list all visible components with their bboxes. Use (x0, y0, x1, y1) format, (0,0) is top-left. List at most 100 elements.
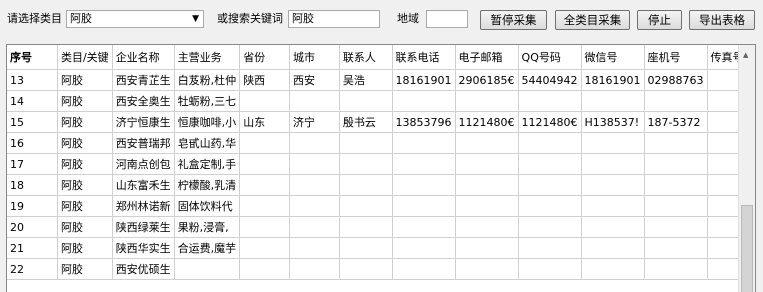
table-cell (581, 258, 645, 280)
keyword-label: 或搜索关键词 (217, 12, 283, 25)
col-header-index[interactable]: 序号 (7, 45, 58, 70)
table-cell (644, 258, 708, 280)
export-button[interactable]: 导出表格 (689, 10, 755, 30)
table-cell (339, 90, 393, 112)
table-cell: 1121480€ (518, 111, 582, 133)
table-cell (455, 216, 519, 238)
table-cell (289, 258, 340, 280)
table-cell (289, 132, 340, 154)
col-header-company[interactable]: 企业名称 (112, 45, 175, 70)
col-header-wechat[interactable]: 微信号 (581, 45, 645, 70)
table-cell (339, 195, 393, 217)
table-cell (339, 174, 393, 196)
table-cell: 陕西绿莱生 (112, 216, 175, 238)
table-cell: 阿胶 (57, 69, 113, 91)
table-cell: 河南点创包 (112, 153, 175, 175)
stop-button[interactable]: 停止 (637, 10, 682, 30)
table-cell: 西安 (289, 69, 340, 91)
table-row[interactable]: 14 阿胶 西安全奥生 牡蛎粉,三七 (7, 90, 755, 112)
scroll-up-arrow-icon[interactable]: ▲ (743, 51, 748, 59)
table-cell (518, 195, 582, 217)
table-cell: 济宁 (289, 111, 340, 133)
col-header-city[interactable]: 城市 (289, 45, 340, 70)
results-grid: 序号 类目/关键 企业名称 主营业务 省份 城市 联系人 联系电话 电子邮箱 Q… (6, 44, 756, 292)
scrollbar-thumb[interactable] (741, 205, 753, 292)
table-cell (644, 90, 708, 112)
table-cell: 54404942 (518, 69, 582, 91)
table-cell (289, 174, 340, 196)
table-cell (339, 132, 393, 154)
table-cell: 17 (7, 153, 58, 175)
table-cell: 18 (7, 174, 58, 196)
table-cell (518, 153, 582, 175)
col-header-landline[interactable]: 座机号 (644, 45, 708, 70)
table-cell: 陕西 (239, 69, 291, 91)
table-cell: 牡蛎粉,三七 (174, 90, 241, 112)
table-cell: 合运费,魔芋 (174, 237, 241, 259)
region-label: 地域 (397, 12, 419, 25)
table-cell (392, 90, 456, 112)
table-row[interactable]: 13 阿胶 西安青芷生 白芨粉,杜仲 陕西 西安 吴浩 18161901 2906185€ 544… (7, 69, 755, 91)
table-row[interactable]: 16 阿胶 西安普瑞邦 皂甙山药,华 (7, 132, 755, 154)
table-cell: 白芨粉,杜仲 (174, 69, 241, 91)
table-row[interactable]: 17 阿胶 河南点创包 礼盒定制,手 (7, 153, 755, 175)
table-cell: 济宁恒康生 (112, 111, 175, 133)
table-cell: 固体饮料代 (174, 195, 241, 217)
table-row[interactable]: 15 阿胶 济宁恒康生 恒康咖啡,小 山东 济宁 殷书云 13853796 1121480€ 11… (7, 111, 755, 133)
table-cell (239, 258, 291, 280)
table-cell (455, 90, 519, 112)
region-input[interactable] (426, 10, 468, 28)
table-cell: 阿胶 (57, 237, 113, 259)
table-cell (644, 132, 708, 154)
collect-all-button[interactable]: 全类目采集 (555, 10, 630, 30)
table-cell: 22 (7, 258, 58, 280)
chevron-down-icon: ▼ (192, 14, 199, 24)
table-cell: 阿胶 (57, 111, 113, 133)
table-cell (339, 258, 393, 280)
table-cell (581, 132, 645, 154)
vertical-scrollbar[interactable]: ▲ (738, 45, 755, 292)
pause-button[interactable]: 暂停采集 (480, 10, 547, 30)
col-header-phone[interactable]: 联系电话 (392, 45, 456, 70)
table-cell: 皂甙山药,华 (174, 132, 241, 154)
table-cell (239, 174, 291, 196)
col-header-qq[interactable]: QQ号码 (518, 45, 582, 70)
table-cell (455, 174, 519, 196)
col-header-keyword[interactable]: 类目/关键 (57, 45, 113, 70)
table-row[interactable]: 21 阿胶 陕西华实生 合运费,魔芋 (7, 237, 755, 259)
col-header-business[interactable]: 主营业务 (174, 45, 241, 70)
table-row[interactable]: 20 阿胶 陕西绿莱生 果粉,浸膏, (7, 216, 755, 238)
table-cell: 西安优硕生 (112, 258, 175, 280)
table-cell (239, 195, 291, 217)
table-cell: 187-5372 (644, 111, 708, 133)
results-table: 序号 类目/关键 企业名称 主营业务 省份 城市 联系人 联系电话 电子邮箱 Q… (7, 45, 755, 280)
table-cell (239, 216, 291, 238)
table-cell: 13 (7, 69, 58, 91)
table-cell (239, 153, 291, 175)
table-cell (455, 258, 519, 280)
table-cell (239, 132, 291, 154)
table-cell: 阿胶 (57, 195, 113, 217)
table-cell (644, 195, 708, 217)
col-header-province[interactable]: 省份 (239, 45, 291, 70)
table-cell (518, 258, 582, 280)
table-cell: 20 (7, 216, 58, 238)
table-row[interactable]: 19 阿胶 郑州林诺新 固体饮料代 (7, 195, 755, 217)
table-cell: 16 (7, 132, 58, 154)
table-row[interactable]: 22 阿胶 西安优硕生 (7, 258, 755, 280)
table-row[interactable]: 18 阿胶 山东富禾生 柠檬酸,乳清 (7, 174, 755, 196)
category-label: 请选择类目 (7, 12, 62, 25)
table-cell (392, 216, 456, 238)
category-select[interactable]: 阿胶 ▼ (66, 10, 204, 28)
table-cell (392, 153, 456, 175)
keyword-input[interactable]: 阿胶 (288, 10, 380, 28)
table-cell: 15 (7, 111, 58, 133)
col-header-email[interactable]: 电子邮箱 (455, 45, 519, 70)
table-cell (518, 216, 582, 238)
col-header-contact[interactable]: 联系人 (339, 45, 393, 70)
table-cell: 郑州林诺新 (112, 195, 175, 217)
table-cell (518, 174, 582, 196)
table-cell: 果粉,浸膏, (174, 216, 241, 238)
table-cell: 13853796 (392, 111, 456, 133)
table-cell (455, 153, 519, 175)
